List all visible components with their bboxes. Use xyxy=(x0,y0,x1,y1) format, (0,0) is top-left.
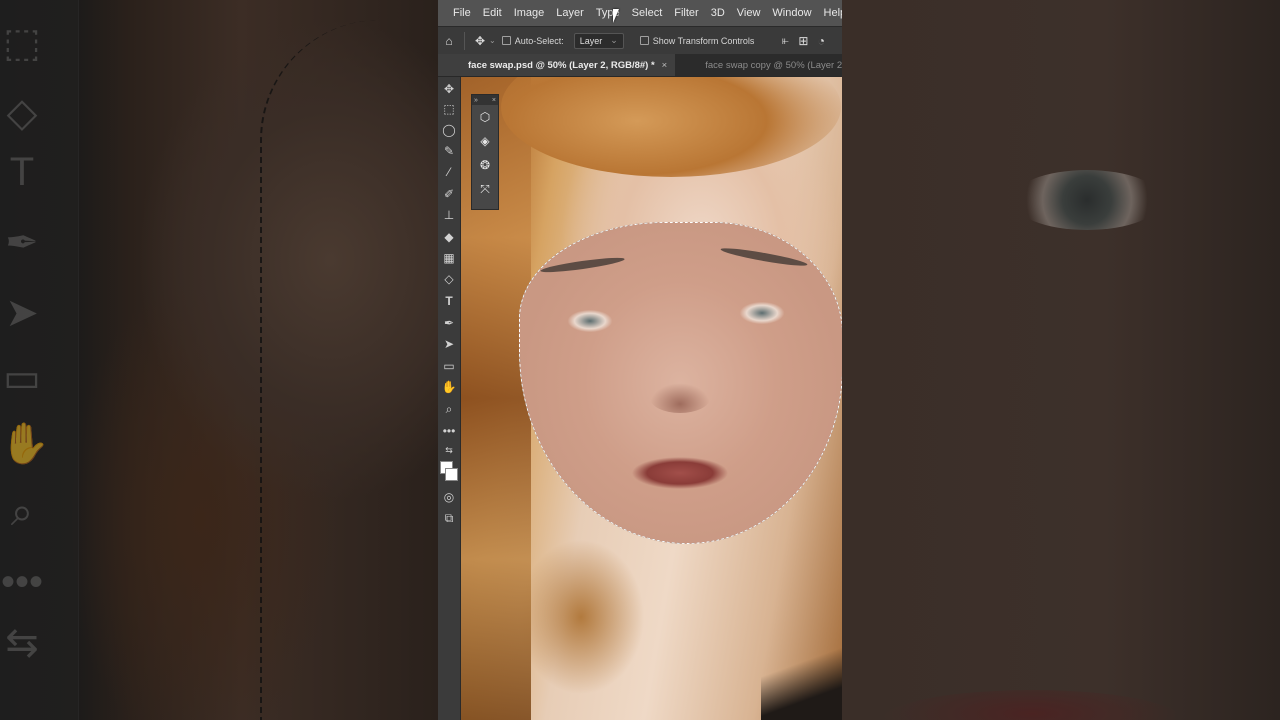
mouse-cursor xyxy=(613,9,619,23)
home-icon[interactable]: ⌂ xyxy=(440,32,458,50)
document-canvas[interactable] xyxy=(461,77,842,720)
ghost-more-icon: ••• xyxy=(0,560,43,604)
rectangle-tool-icon[interactable]: ▭ xyxy=(438,356,460,376)
hand-tool-icon[interactable]: ✋ xyxy=(438,377,460,397)
ghost-lips xyxy=(882,690,1182,720)
auto-select-checkbox[interactable] xyxy=(501,36,511,45)
menu-file[interactable]: File xyxy=(447,7,477,19)
align-right-icon[interactable]: ◔ xyxy=(812,32,830,50)
menu-help[interactable]: Help xyxy=(818,7,842,19)
ghost-selection-edge-right xyxy=(1182,0,1280,720)
menu-bar: File Edit Image Layer Type Select Filter… xyxy=(438,0,842,26)
left-eyebrow xyxy=(539,255,626,275)
ghost-pen-icon: ✒ xyxy=(5,221,39,265)
menu-layer[interactable]: Layer xyxy=(550,7,590,19)
options-bar: ⌂ ✥ ⌄ Auto-Select: Layer ⌄ Show Transfor… xyxy=(438,26,842,55)
ghost-toolbar: ⬚ ◇ T ✒ ➤ ▭ ✋ ⌕ ••• ⇆ xyxy=(0,0,79,720)
quick-mask-icon[interactable]: ◎ xyxy=(438,487,460,507)
menu-view[interactable]: View xyxy=(731,7,767,19)
paint-bucket-tool-icon[interactable]: ◇ xyxy=(438,269,460,289)
move-tool-icon[interactable]: ✥ xyxy=(471,32,489,50)
tab-label: face swap copy @ 50% (Layer 2, RGB/8#) xyxy=(705,59,842,71)
background-blur-left: ⬚ ◇ T ✒ ➤ ▭ ✋ ⌕ ••• ⇆ xyxy=(0,0,438,720)
menu-3d[interactable]: 3D xyxy=(705,7,731,19)
zoom-tool-icon[interactable]: ⌕ xyxy=(438,399,460,419)
ghost-marquee-icon: ⬚ xyxy=(3,21,41,65)
tools-panel: ✥ ⬚ ◯ ✎ ⁄ ✐ ⊥ ◆ ▦ ◇ T ✒ ➤ ▭ ✋ ⌕ ••• ⇆ ◎ … xyxy=(438,77,461,720)
photoshop-window: File Edit Image Layer Type Select Filter… xyxy=(438,0,842,720)
path-selection-tool-icon[interactable]: ➤ xyxy=(438,334,460,354)
align-left-icon[interactable]: ⫦ xyxy=(776,32,794,50)
move-tool-icon[interactable]: ✥ xyxy=(438,79,460,99)
type-tool-icon[interactable]: T xyxy=(438,291,460,311)
menu-image[interactable]: Image xyxy=(508,7,551,19)
ghost-bucket-icon: ◇ xyxy=(6,91,38,135)
close-icon[interactable]: × xyxy=(492,97,496,104)
menu-edit[interactable]: Edit xyxy=(477,7,508,19)
layers-icon[interactable]: ◈ xyxy=(472,129,498,153)
ghost-arrow-icon: ➤ xyxy=(5,291,39,335)
collapsed-panel-dock: » × ⬡ ◈ ❂ ⤧ xyxy=(471,94,499,210)
swap-colors-icon[interactable]: ⇆ xyxy=(438,440,460,460)
auto-select-dropdown[interactable]: Layer ⌄ xyxy=(573,32,624,49)
show-transform-checkbox[interactable] xyxy=(639,36,649,45)
pen-tool-icon[interactable]: ✒ xyxy=(438,313,460,333)
clothing xyxy=(761,637,842,720)
close-icon[interactable]: × xyxy=(662,60,668,71)
photo-layer xyxy=(461,77,842,720)
auto-select-label: Auto-Select: xyxy=(514,35,564,46)
menu-window[interactable]: Window xyxy=(766,7,817,19)
align-center-icon[interactable]: ⊞ xyxy=(794,32,812,50)
collapse-icon[interactable]: » xyxy=(474,97,478,104)
background-blur-right xyxy=(842,0,1280,720)
3d-cube-icon[interactable]: ⬡ xyxy=(472,105,498,129)
lasso-tool-icon[interactable]: ◯ xyxy=(438,120,460,140)
panel-header: » × xyxy=(472,95,498,105)
right-eyebrow xyxy=(719,245,809,269)
document-tabs: face swap.psd @ 50% (Layer 2, RGB/8#) * … xyxy=(438,54,842,76)
menu-filter[interactable]: Filter xyxy=(668,7,704,19)
background-color-swatch[interactable] xyxy=(445,468,458,481)
ghost-hand-icon: ✋ xyxy=(0,422,50,466)
ghost-rect-icon: ▭ xyxy=(3,356,41,400)
tab-face-swap-copy[interactable]: face swap copy @ 50% (Layer 2, RGB/8#) xyxy=(675,54,842,76)
eyedropper-tool-icon[interactable]: ⁄ xyxy=(438,162,460,182)
pasted-face-selection[interactable] xyxy=(519,222,842,544)
brush-tool-icon[interactable]: ✐ xyxy=(438,184,460,204)
chevron-down-icon: ⌄ xyxy=(610,35,618,45)
menu-select[interactable]: Select xyxy=(626,7,669,19)
show-transform-label: Show Transform Controls xyxy=(652,35,755,46)
auto-select-value: Layer xyxy=(579,35,603,46)
divider xyxy=(464,31,465,50)
paths-icon[interactable]: ⤧ xyxy=(472,177,498,201)
hair-top xyxy=(501,77,841,177)
eraser-tool-icon[interactable]: ◆ xyxy=(438,227,460,247)
ghost-eye xyxy=(1012,170,1162,230)
ghost-type-icon: T xyxy=(9,150,35,194)
nose xyxy=(650,383,710,413)
ghost-selection-edge xyxy=(260,20,438,720)
quick-selection-tool-icon[interactable]: ✎ xyxy=(438,141,460,161)
menu-type[interactable]: Type xyxy=(590,7,626,19)
gradient-tool-icon[interactable]: ▦ xyxy=(438,248,460,268)
ghost-swap-icon: ⇆ xyxy=(5,621,39,665)
tab-label: face swap.psd @ 50% (Layer 2, RGB/8#) * xyxy=(468,59,655,71)
channels-icon[interactable]: ❂ xyxy=(472,153,498,177)
more-tools-icon[interactable]: ••• xyxy=(438,421,460,441)
tab-face-swap[interactable]: face swap.psd @ 50% (Layer 2, RGB/8#) * … xyxy=(438,54,676,76)
tool-preset-chevron-icon[interactable]: ⌄ xyxy=(489,36,496,45)
screen-mode-icon[interactable]: ⧉ xyxy=(438,508,460,528)
ghost-zoom-icon: ⌕ xyxy=(10,490,34,534)
clone-stamp-tool-icon[interactable]: ⊥ xyxy=(438,205,460,225)
marquee-tool-icon[interactable]: ⬚ xyxy=(438,99,460,119)
